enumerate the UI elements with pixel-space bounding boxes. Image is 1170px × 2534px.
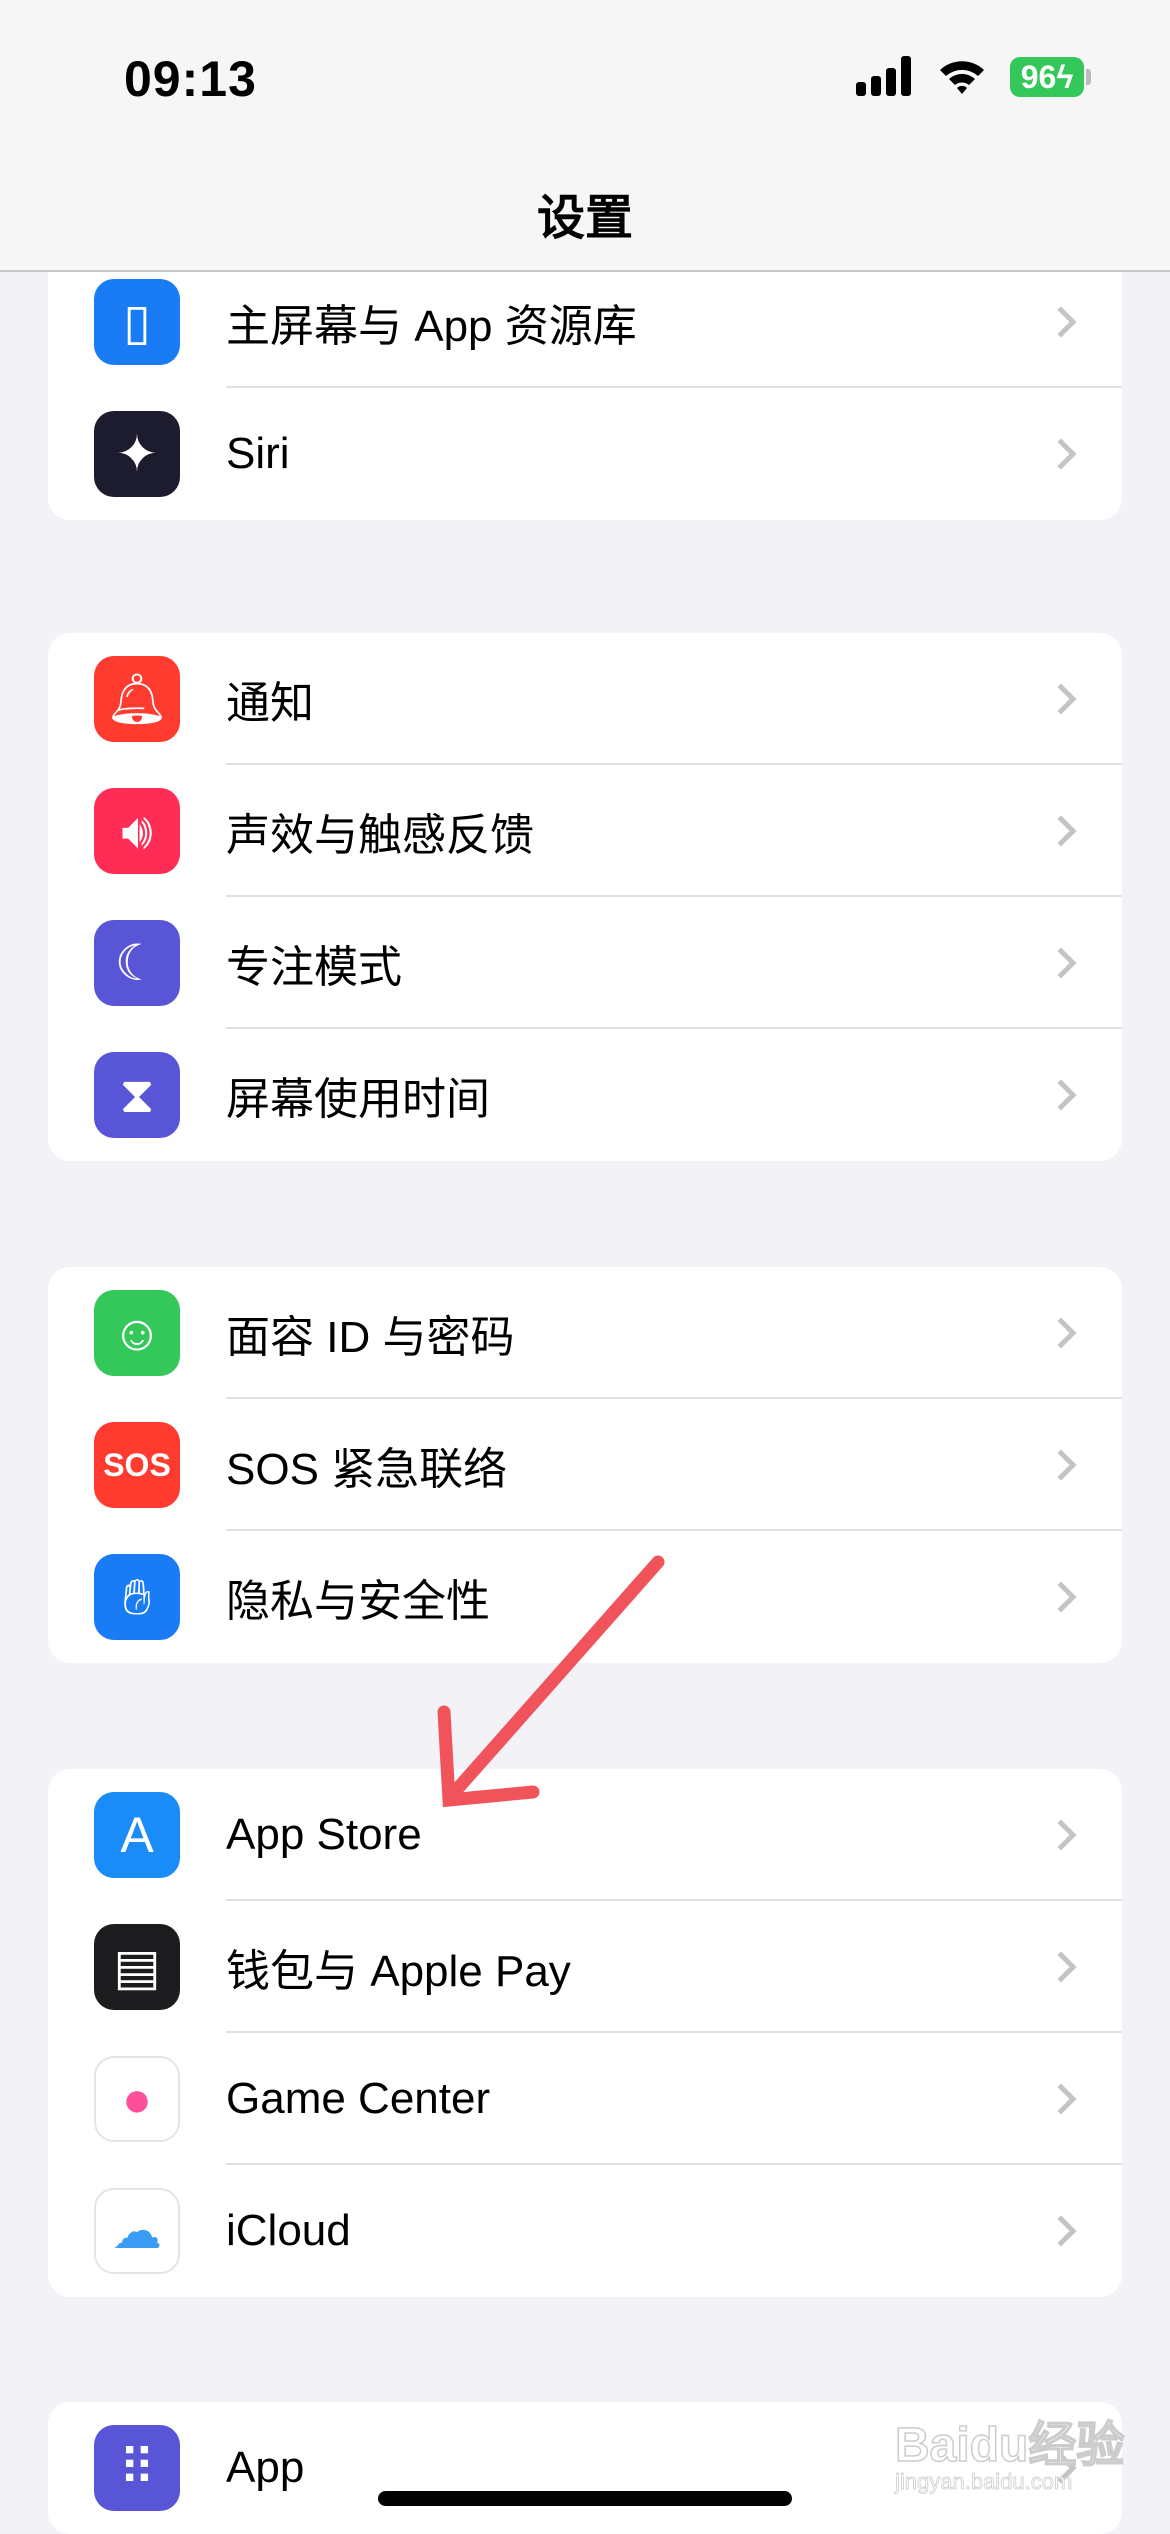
settings-row-label: Game Center: [226, 2074, 491, 2123]
chevron-right-icon: [1045, 815, 1077, 847]
settings-row[interactable]: A App Store: [48, 1769, 1122, 1901]
page-title: 设置: [536, 192, 633, 245]
app-store-icon: A: [94, 1792, 180, 1878]
settings-row-label: SOS 紧急联络: [226, 1445, 508, 1494]
settings-row-label: 声效与触感反馈: [226, 811, 534, 860]
settings-row[interactable]: ☾ 专注模式: [48, 897, 1122, 1029]
cellular-signal-icon: [856, 56, 911, 96]
settings-row[interactable]: 🔔︎ 通知: [48, 633, 1122, 765]
speaker-icon: 🔊︎: [94, 788, 180, 874]
settings-group: 🔔︎ 通知 🔊︎ 声效与触感反馈 ☾ 专注模式 ⧗ 屏幕使用时间: [48, 633, 1122, 1161]
hand-icon: ✋︎: [94, 1554, 180, 1640]
chevron-right-icon: [1045, 1449, 1077, 1481]
home-indicator[interactable]: [378, 2491, 792, 2506]
siri-icon: ✦: [94, 411, 180, 497]
icloud-icon: ☁: [94, 2188, 180, 2274]
settings-group: ☺ 面容 ID 与密码 SOS SOS 紧急联络 ✋︎ 隐私与安全性: [48, 1267, 1122, 1663]
chevron-right-icon: [1045, 438, 1077, 470]
charging-bolt-icon: ϟ: [1056, 59, 1074, 95]
chevron-right-icon: [1045, 947, 1077, 979]
status-time: 09:13: [124, 51, 257, 107]
battery-tip: [1086, 69, 1091, 85]
settings-row[interactable]: ✦ Siri: [48, 388, 1122, 520]
apps-grid-icon: ⠿: [94, 2425, 180, 2511]
chevron-right-icon: [1045, 1317, 1077, 1349]
chevron-right-icon: [1045, 1951, 1077, 1983]
chevron-right-icon: [1045, 306, 1077, 338]
settings-row-label: 面容 ID 与密码: [226, 1313, 515, 1362]
settings-row-label: 隐私与安全性: [226, 1577, 490, 1626]
baidu-watermark: Baidu经验 jingyan.baidu.com: [894, 2418, 1125, 2494]
hourglass-icon: ⧗: [94, 1052, 180, 1138]
settings-row[interactable]: ▤ 钱包与 Apple Pay: [48, 1901, 1122, 2033]
settings-row-label: App Store: [226, 1810, 422, 1859]
settings-row[interactable]: 🔊︎ 声效与触感反馈: [48, 765, 1122, 897]
settings-row-label: iCloud: [226, 2206, 351, 2255]
chevron-right-icon: [1045, 683, 1077, 715]
settings-row-label: 钱包与 Apple Pay: [226, 1947, 571, 1996]
navigation-header: 09:13 96ϟ 设置: [0, 0, 1170, 272]
settings-row[interactable]: ✋︎ 隐私与安全性: [48, 1531, 1122, 1663]
settings-row-label: App: [226, 2443, 305, 2492]
battery-icon: 96ϟ: [1010, 57, 1084, 97]
settings-row[interactable]: ☁ iCloud: [48, 2165, 1122, 2297]
face-id-icon: ☺: [94, 1290, 180, 1376]
settings-row[interactable]: ● Game Center: [48, 2033, 1122, 2165]
moon-icon: ☾: [94, 920, 180, 1006]
settings-row-label: 主屏幕与 App 资源库: [226, 302, 637, 351]
chevron-right-icon: [1045, 1079, 1077, 1111]
game-center-icon: ●: [94, 2056, 180, 2142]
settings-row[interactable]: ▯ 主屏幕与 App 资源库: [48, 256, 1122, 388]
battery-level: 96: [1020, 59, 1057, 95]
settings-row[interactable]: ⧗ 屏幕使用时间: [48, 1029, 1122, 1161]
chevron-right-icon: [1045, 1819, 1077, 1851]
home-screen-icon: ▯: [94, 279, 180, 365]
wifi-icon: [940, 61, 984, 94]
wallet-icon: ▤: [94, 1924, 180, 2010]
sos-icon: SOS: [94, 1422, 180, 1508]
settings-group: ▯ 主屏幕与 App 资源库 ✦ Siri: [48, 256, 1122, 520]
bell-icon: 🔔︎: [94, 656, 180, 742]
settings-group: A App Store ▤ 钱包与 Apple Pay ● Game Center ☁ iCl…: [48, 1769, 1122, 2297]
settings-row-label: 专注模式: [226, 943, 402, 992]
settings-row[interactable]: ☺ 面容 ID 与密码: [48, 1267, 1122, 1399]
settings-row[interactable]: SOS SOS 紧急联络: [48, 1399, 1122, 1531]
settings-row-label: 屏幕使用时间: [226, 1075, 490, 1124]
settings-row-label: 通知: [226, 679, 314, 728]
chevron-right-icon: [1045, 2083, 1077, 2115]
chevron-right-icon: [1045, 1581, 1077, 1613]
settings-row-label: Siri: [226, 429, 290, 478]
chevron-right-icon: [1045, 2215, 1077, 2247]
